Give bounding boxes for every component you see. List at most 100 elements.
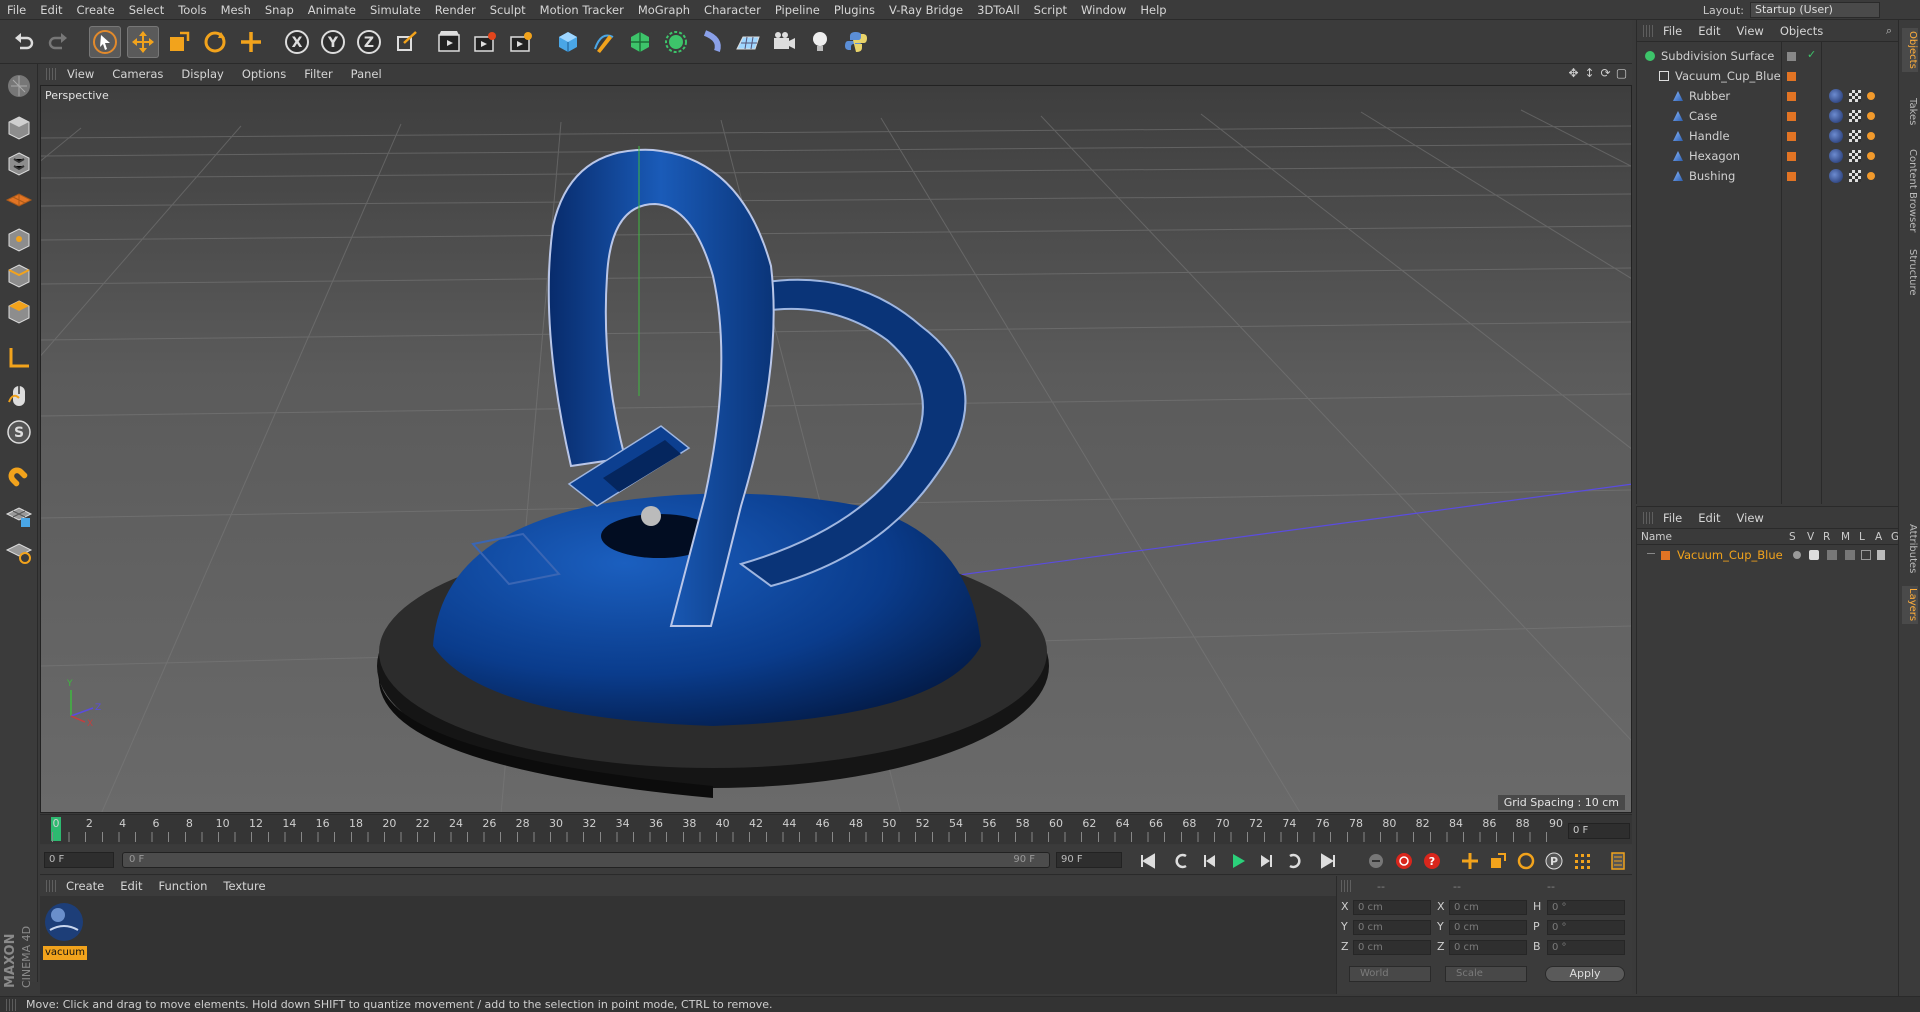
object-menu-view[interactable]: View	[1729, 24, 1772, 38]
side-tab-layers[interactable]: Layers	[1902, 586, 1918, 624]
solo-toggle-icon[interactable]	[1793, 551, 1801, 559]
panel-grip-icon[interactable]	[46, 68, 58, 80]
make-editable-icon[interactable]	[3, 70, 35, 102]
animation-toggle-icon[interactable]	[1877, 550, 1885, 560]
polygons-mode-icon[interactable]	[3, 296, 35, 328]
object-row[interactable]: Bushing	[1637, 166, 1777, 186]
object-menu-objects[interactable]: Objects	[1772, 24, 1831, 38]
layer-column-m[interactable]: M	[1841, 531, 1850, 543]
viewport-menu-cameras[interactable]: Cameras	[103, 67, 172, 81]
rot-h-field[interactable]: 0 °	[1547, 900, 1625, 915]
play-forward-icon[interactable]	[1226, 849, 1250, 873]
3d-viewport[interactable]: Y Z X Perspective Grid Spacing : 10 cm	[40, 85, 1632, 813]
key-scale-icon[interactable]	[1486, 849, 1510, 873]
camera-icon[interactable]	[768, 26, 800, 58]
layer-color-swatch[interactable]	[1661, 551, 1670, 560]
phong-tag-icon[interactable]	[1829, 149, 1843, 163]
phong-tag-icon[interactable]	[1829, 129, 1843, 143]
menu-character[interactable]: Character	[697, 3, 768, 17]
go-to-end-icon[interactable]	[1316, 849, 1340, 873]
menu-help[interactable]: Help	[1133, 3, 1173, 17]
material-menu-create[interactable]: Create	[58, 879, 112, 893]
layer-menu-edit[interactable]: Edit	[1690, 511, 1728, 525]
size-y-field[interactable]: 0 cm	[1449, 920, 1527, 935]
side-tab-attributes[interactable]: Attributes	[1902, 520, 1918, 578]
apply-button[interactable]: Apply	[1545, 966, 1625, 982]
viewport-menu-filter[interactable]: Filter	[295, 67, 341, 81]
menu-file[interactable]: File	[0, 3, 33, 17]
layer-menu-file[interactable]: File	[1655, 511, 1690, 525]
viewport-menu-view[interactable]: View	[58, 67, 103, 81]
layer-color-swatch[interactable]	[1787, 92, 1796, 101]
layer-color-swatch[interactable]	[1787, 172, 1796, 181]
object-row[interactable]: Rubber	[1637, 86, 1777, 106]
menu-sculpt[interactable]: Sculpt	[483, 3, 533, 17]
phong-tag-icon[interactable]	[1829, 109, 1843, 123]
rotate-view-icon[interactable]: ⟳	[1599, 67, 1612, 80]
layer-column-r[interactable]: R	[1823, 531, 1830, 543]
uvw-tag-icon[interactable]	[1849, 110, 1861, 122]
layer-color-swatch[interactable]	[1787, 112, 1796, 121]
render-settings-icon[interactable]	[505, 26, 537, 58]
layer-color-swatch[interactable]	[1787, 52, 1796, 61]
redo-icon[interactable]	[42, 26, 74, 58]
x-axis-lock-icon[interactable]: X	[281, 26, 313, 58]
layer-column-l[interactable]: L	[1859, 531, 1865, 543]
menu-motion-tracker[interactable]: Motion Tracker	[533, 3, 631, 17]
uvw-tag-icon[interactable]	[1849, 130, 1861, 142]
light-icon[interactable]	[804, 26, 836, 58]
next-frame-icon[interactable]	[1254, 849, 1278, 873]
menu-mesh[interactable]: Mesh	[214, 3, 258, 17]
pen-spline-icon[interactable]	[588, 26, 620, 58]
menu-animate[interactable]: Animate	[301, 3, 363, 17]
layer-column-name[interactable]: Name	[1641, 531, 1672, 543]
side-tab-content-browser[interactable]: Content Browser	[1902, 148, 1918, 234]
visible-editor-icon[interactable]	[1809, 550, 1819, 560]
search-icon[interactable]: ⌕	[1886, 24, 1892, 38]
texture-mode-icon[interactable]	[3, 148, 35, 180]
tweak-mode-icon[interactable]	[3, 380, 35, 412]
material-thumbnail[interactable]: vacuum	[42, 900, 87, 960]
menu-mograph[interactable]: MoGraph	[631, 3, 697, 17]
end-frame-field[interactable]: 90 F	[1056, 852, 1122, 868]
menu-create[interactable]: Create	[70, 3, 122, 17]
menu-v-ray-bridge[interactable]: V-Ray Bridge	[882, 3, 970, 17]
menu-window[interactable]: Window	[1074, 3, 1133, 17]
object-row[interactable]: Subdivision Surface	[1637, 46, 1777, 66]
menu-pipeline[interactable]: Pipeline	[768, 3, 827, 17]
size-x-field[interactable]: 0 cm	[1449, 900, 1527, 915]
panel-grip-icon[interactable]	[1341, 880, 1353, 892]
menu-simulate[interactable]: Simulate	[363, 3, 428, 17]
start-frame-field[interactable]: 0 F	[44, 852, 114, 868]
layer-column-v[interactable]: V	[1807, 531, 1814, 543]
autokey-icon[interactable]	[1392, 849, 1416, 873]
keyframe-selection-icon[interactable]: ?	[1420, 849, 1444, 873]
side-tab-objects[interactable]: Objects	[1902, 28, 1918, 72]
uvw-tag-icon[interactable]	[1849, 150, 1861, 162]
rotate-tool-icon[interactable]	[199, 26, 231, 58]
key-parameter-icon[interactable]: P	[1542, 849, 1566, 873]
cloner-icon[interactable]	[660, 26, 692, 58]
menu-snap[interactable]: Snap	[258, 3, 301, 17]
material-tag-icon[interactable]	[1867, 172, 1875, 180]
menu-3dtoall[interactable]: 3DToAll	[970, 3, 1027, 17]
object-row[interactable]: Handle	[1637, 126, 1777, 146]
side-tab-takes[interactable]: Takes	[1902, 92, 1918, 132]
object-name[interactable]: Hexagon	[1689, 146, 1740, 166]
subdivision-surface-icon[interactable]	[624, 26, 656, 58]
layout-select[interactable]: Startup (User)	[1750, 2, 1880, 18]
object-menu-edit[interactable]: Edit	[1690, 24, 1728, 38]
phong-tag-icon[interactable]	[1829, 89, 1843, 103]
phong-tag-icon[interactable]	[1829, 169, 1843, 183]
coordinate-system-icon[interactable]	[391, 26, 423, 58]
current-frame-field[interactable]: 0 F	[1568, 823, 1630, 839]
pos-y-field[interactable]: 0 cm	[1353, 920, 1431, 935]
go-to-start-icon[interactable]	[1136, 849, 1160, 873]
side-tab-structure[interactable]: Structure	[1902, 246, 1918, 298]
scale-tool-icon[interactable]	[163, 26, 195, 58]
menu-plugins[interactable]: Plugins	[827, 3, 882, 17]
lock-toggle-icon[interactable]	[1861, 550, 1871, 560]
object-name[interactable]: Bushing	[1689, 166, 1735, 186]
axis-mode-icon[interactable]	[3, 342, 35, 374]
snapping-icon[interactable]: S	[3, 416, 35, 448]
